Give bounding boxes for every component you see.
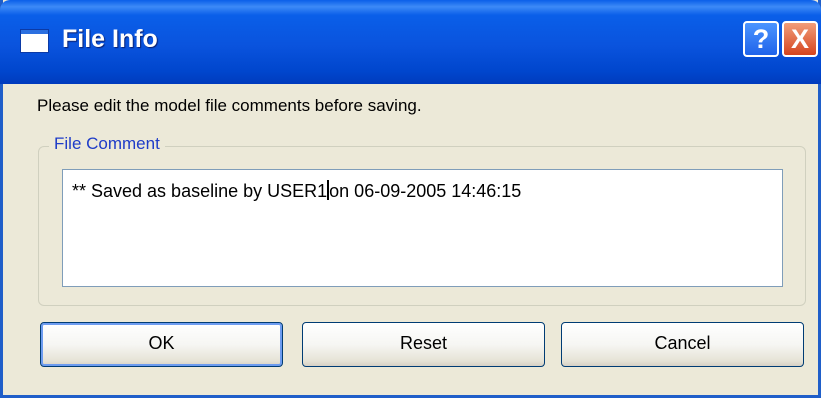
ok-button[interactable]: OK — [40, 322, 283, 367]
help-icon: ? — [752, 24, 770, 54]
reset-button[interactable]: Reset — [302, 322, 545, 367]
comment-text-after-caret: on 06-09-2005 14:46:15 — [329, 181, 522, 201]
close-button[interactable]: X — [782, 21, 818, 57]
window-icon — [20, 29, 49, 53]
title-bar[interactable]: File Info ? X — [0, 0, 821, 84]
comment-text-before-caret: ** Saved as baseline by USER1 — [72, 181, 328, 201]
file-comment-input[interactable]: ** Saved as baseline by USER1 on 06-09-20… — [62, 169, 783, 287]
window-title: File Info — [62, 25, 158, 53]
instruction-text: Please edit the model file comments befo… — [37, 96, 422, 115]
close-icon: X — [790, 24, 809, 54]
file-comment-label: File Comment — [49, 134, 165, 154]
file-comment-group: File Comment ** Saved as baseline by USE… — [38, 134, 806, 306]
help-button[interactable]: ? — [743, 21, 779, 57]
cancel-button[interactable]: Cancel — [561, 322, 804, 367]
